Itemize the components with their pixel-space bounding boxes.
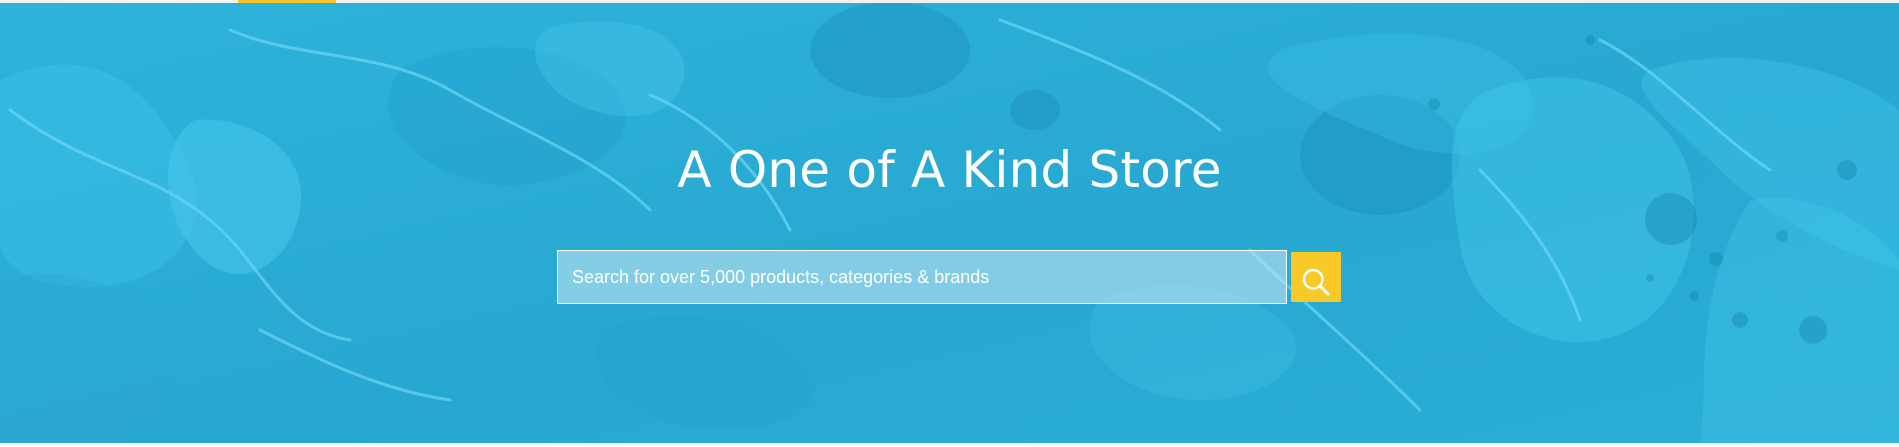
hero-banner: A One of A Kind Store [0,0,1899,443]
page-bottom-strip [0,443,1899,447]
search-form [557,250,1341,304]
top-accent-tab[interactable] [238,0,336,3]
marbled-background [0,0,1899,443]
search-icon [1302,268,1330,295]
hero-title: A One of A Kind Store [677,141,1222,199]
search-input[interactable] [557,250,1287,304]
search-button[interactable] [1291,252,1341,302]
